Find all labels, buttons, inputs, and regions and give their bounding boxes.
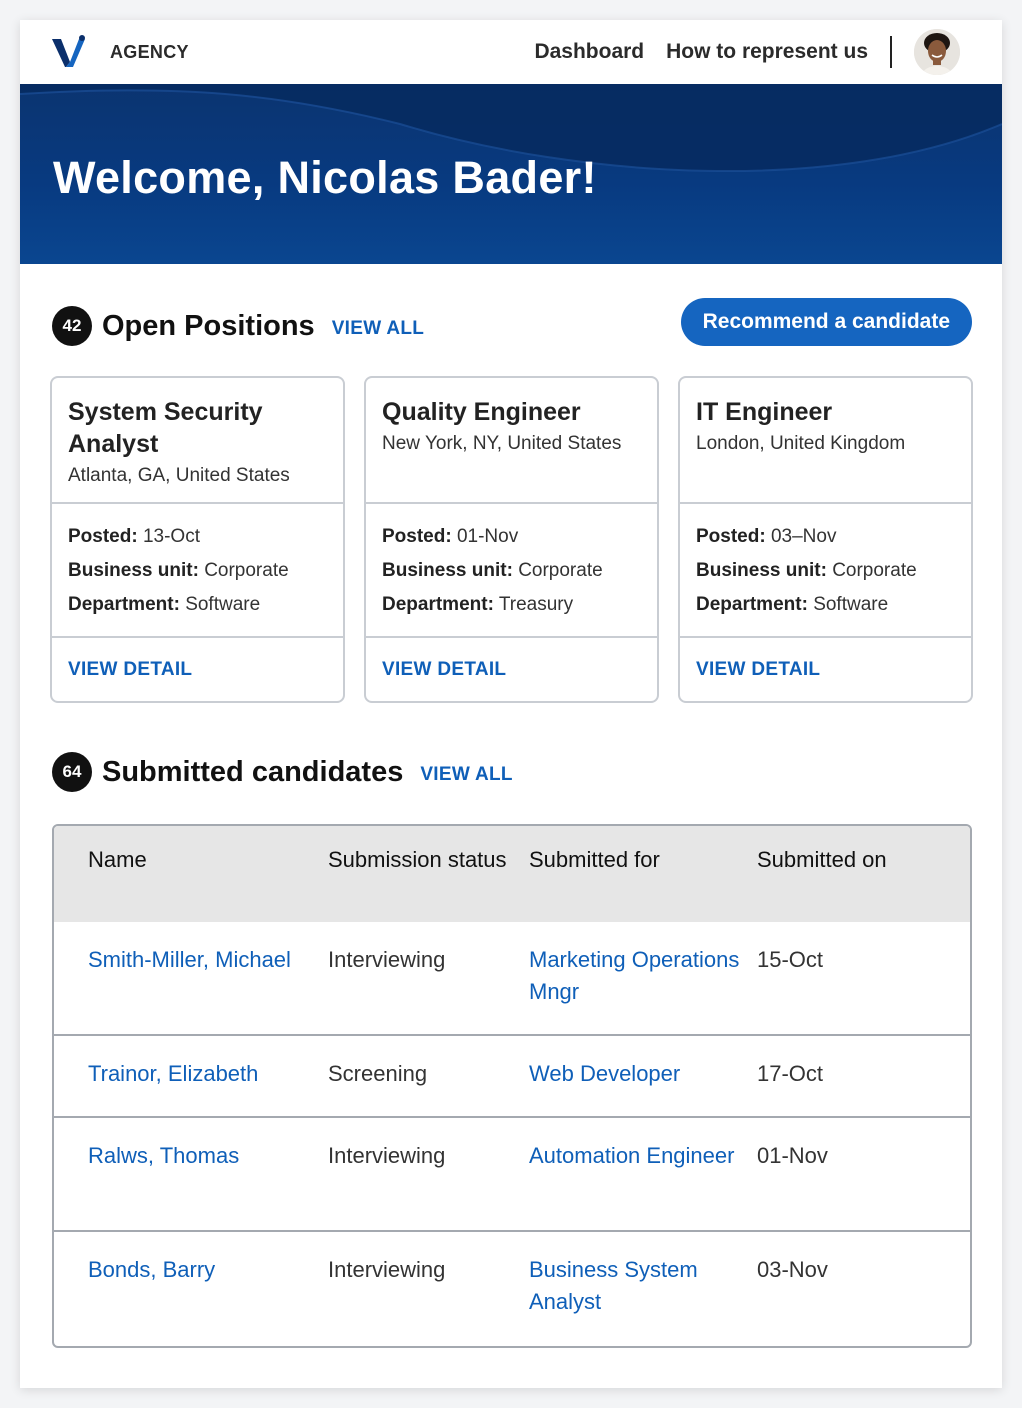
welcome-heading: Welcome, Nicolas Bader!	[53, 152, 597, 203]
column-header-submitted-for[interactable]: Submitted for	[529, 844, 757, 922]
position-link[interactable]: Web Developer	[529, 1061, 680, 1086]
submission-status: Interviewing	[328, 1143, 446, 1168]
posted-label: Posted:	[68, 526, 138, 547]
page: AGENCY Dashboard How to represent us Wel…	[20, 20, 1002, 1388]
candidate-name-link[interactable]: Ralws, Thomas	[88, 1143, 239, 1168]
business-unit-label: Business unit:	[696, 560, 827, 581]
avatar[interactable]	[914, 29, 960, 75]
column-header-submitted-on[interactable]: Submitted on	[757, 844, 970, 922]
business-unit-value: Corporate	[518, 560, 603, 581]
positions-view-all-link[interactable]: VIEW ALL	[332, 318, 424, 340]
nav-dashboard-link[interactable]: Dashboard	[534, 40, 644, 64]
candidates-table: Name Submission status Submitted for Sub…	[52, 824, 972, 1348]
department-label: Department:	[696, 594, 808, 615]
candidate-name-link[interactable]: Bonds, Barry	[88, 1257, 215, 1282]
position-title: Quality Engineer	[382, 398, 581, 426]
submitted-date: 15-Oct	[757, 947, 824, 972]
candidate-name-link[interactable]: Smith-Miller, Michael	[88, 947, 291, 972]
nav-how-to-represent-link[interactable]: How to represent us	[666, 40, 868, 64]
submitted-candidates-title: Submitted candidates	[102, 755, 404, 788]
department-value: Software	[185, 594, 261, 615]
candidate-name-link[interactable]: Trainor, Elizabeth	[88, 1061, 258, 1086]
submitted-date: 03-Nov	[757, 1257, 828, 1282]
submitted-date: 17-Oct	[757, 1061, 824, 1086]
view-detail-link[interactable]: VIEW DETAIL	[382, 659, 506, 681]
view-detail-link[interactable]: VIEW DETAIL	[696, 659, 820, 681]
open-positions-count-badge: 42	[52, 306, 92, 346]
brand-name: AGENCY	[110, 41, 189, 62]
position-title: IT Engineer	[696, 398, 833, 426]
position-cards: System Security Analyst Atlanta, GA, Uni…	[50, 376, 973, 703]
submission-status: Screening	[328, 1061, 428, 1086]
view-detail-link[interactable]: VIEW DETAIL	[68, 659, 192, 681]
department-label: Department:	[68, 594, 180, 615]
submission-status: Interviewing	[328, 947, 446, 972]
business-unit-label: Business unit:	[68, 560, 199, 581]
submitted-candidates-header: 64 Submitted candidates VIEW ALL	[52, 752, 513, 792]
posted-value: 03–Nov	[770, 526, 837, 547]
main-nav: Dashboard How to represent us	[512, 29, 960, 75]
table-header: Name Submission status Submitted for Sub…	[54, 826, 970, 922]
table-row: Trainor, Elizabeth Screening Web Develop…	[54, 1034, 970, 1116]
column-header-name[interactable]: Name	[54, 844, 328, 922]
position-location: Atlanta, GA, United States	[68, 465, 290, 486]
department-label: Department:	[382, 594, 494, 615]
posted-value: 01-Nov	[456, 526, 519, 547]
open-positions-title: Open Positions	[102, 309, 315, 342]
table-row: Bonds, Barry Interviewing Business Syste…	[54, 1230, 970, 1346]
position-link[interactable]: Marketing Operations Mngr	[529, 947, 739, 1004]
position-card: Quality Engineer New York, NY, United St…	[364, 376, 659, 703]
business-unit-value: Corporate	[204, 560, 289, 581]
submission-status: Interviewing	[328, 1257, 446, 1282]
department-value: Treasury	[498, 594, 574, 615]
department-value: Software	[813, 594, 889, 615]
business-unit-value: Corporate	[832, 560, 917, 581]
open-positions-header: 42 Open Positions VIEW ALL	[52, 306, 424, 346]
top-navigation-bar: AGENCY Dashboard How to represent us	[20, 20, 1002, 84]
logo-icon[interactable]	[52, 35, 86, 69]
nav-divider	[890, 36, 892, 68]
position-location: London, United Kingdom	[696, 433, 906, 454]
posted-value: 13-Oct	[142, 526, 200, 547]
table-row: Smith-Miller, Michael Interviewing Marke…	[54, 922, 970, 1034]
position-card: IT Engineer London, United Kingdom Poste…	[678, 376, 973, 703]
position-card: System Security Analyst Atlanta, GA, Uni…	[50, 376, 345, 703]
candidates-view-all-link[interactable]: VIEW ALL	[420, 764, 512, 786]
table-row: Ralws, Thomas Interviewing Automation En…	[54, 1116, 970, 1230]
recommend-candidate-button[interactable]: Recommend a candidate	[680, 298, 972, 346]
position-link[interactable]: Business System Analyst	[529, 1257, 698, 1314]
candidates-count-badge: 64	[52, 752, 92, 792]
position-location: New York, NY, United States	[382, 433, 622, 454]
position-link[interactable]: Automation Engineer	[529, 1143, 734, 1168]
posted-label: Posted:	[382, 526, 452, 547]
submitted-date: 01-Nov	[757, 1143, 828, 1168]
position-title: System Security Analyst	[68, 398, 263, 458]
welcome-banner: Welcome, Nicolas Bader!	[20, 84, 1002, 264]
column-header-status[interactable]: Submission status	[328, 844, 529, 922]
business-unit-label: Business unit:	[382, 560, 513, 581]
posted-label: Posted:	[696, 526, 766, 547]
